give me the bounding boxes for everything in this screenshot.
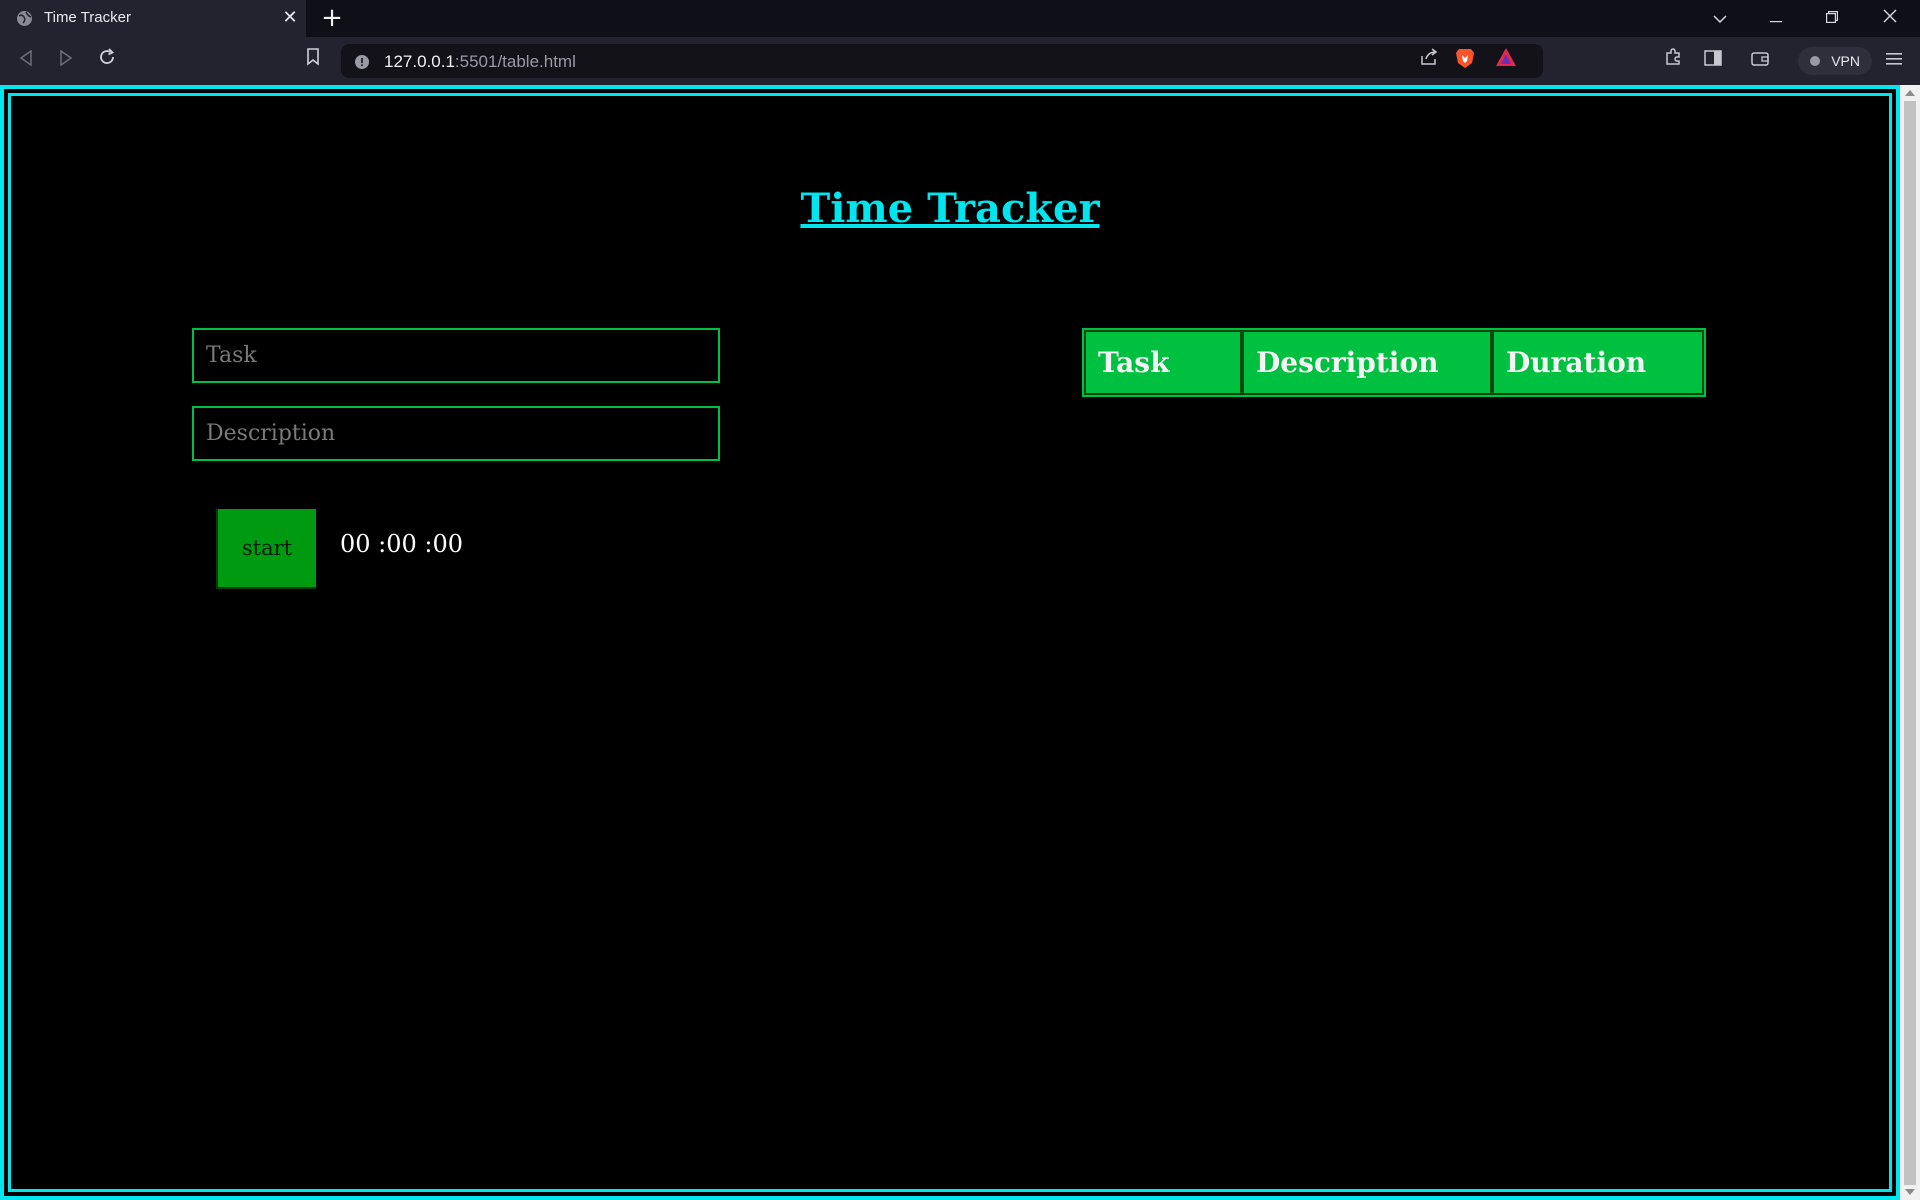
task-input[interactable] [192, 328, 720, 383]
page-frame-inner [8, 93, 1892, 1192]
back-arrow-icon[interactable] [12, 47, 40, 75]
task-table: Task Description Duration [1082, 328, 1706, 397]
vpn-status-icon [1810, 56, 1820, 66]
restore-icon[interactable] [1812, 4, 1852, 32]
forward-arrow-icon[interactable] [52, 47, 80, 75]
browser-tab[interactable]: Time Tracker ✕ [0, 0, 306, 37]
start-button[interactable]: start [216, 509, 316, 589]
share-icon[interactable] [1415, 47, 1443, 75]
url-host: 127.0.0.1 [384, 52, 455, 71]
address-bar[interactable]: 127.0.0.1:5501/table.html [341, 44, 1543, 78]
tab-bar: Time Tracker ✕ + [0, 0, 1920, 37]
reload-icon[interactable] [93, 47, 121, 75]
vpn-label: VPN [1831, 53, 1860, 69]
minimize-icon[interactable] [1756, 4, 1796, 32]
extensions-icon[interactable] [1659, 47, 1687, 75]
description-input[interactable] [192, 406, 720, 461]
header-description: Description [1242, 330, 1492, 395]
scrollbar-thumb[interactable] [1904, 101, 1916, 1185]
scrollbar[interactable] [1900, 85, 1920, 1200]
brave-rewards-icon[interactable] [1492, 47, 1520, 75]
brave-shields-icon[interactable] [1451, 47, 1479, 75]
sidebar-icon[interactable] [1699, 47, 1727, 75]
url-path: :5501/table.html [454, 52, 576, 71]
tab-search-chevron-icon[interactable] [1700, 4, 1740, 32]
url-text: 127.0.0.1:5501/table.html [384, 52, 576, 72]
header-duration: Duration [1492, 330, 1704, 395]
globe-icon [16, 10, 33, 27]
header-task: Task [1084, 330, 1242, 395]
site-info-icon[interactable] [355, 54, 369, 69]
scroll-up-icon[interactable] [1905, 90, 1915, 96]
bookmark-icon[interactable] [299, 47, 327, 75]
wallet-icon[interactable] [1746, 47, 1774, 75]
vpn-button[interactable]: VPN [1798, 47, 1872, 75]
table-header-row: Task Description Duration [1084, 330, 1704, 395]
page-viewport: Time Tracker start 00 :00 :00 Task Descr… [0, 85, 1900, 1200]
close-window-icon[interactable] [1870, 4, 1910, 32]
close-tab-icon[interactable]: ✕ [280, 8, 300, 28]
tab-title: Time Tracker [44, 9, 131, 26]
menu-icon[interactable] [1880, 47, 1908, 75]
new-tab-button[interactable]: + [320, 5, 344, 31]
timer-display: 00 :00 :00 [340, 530, 464, 558]
browser-toolbar: 127.0.0.1:5501/table.html VPN [0, 37, 1920, 85]
scroll-down-icon[interactable] [1905, 1189, 1915, 1195]
page-title: Time Tracker [800, 185, 1100, 232]
